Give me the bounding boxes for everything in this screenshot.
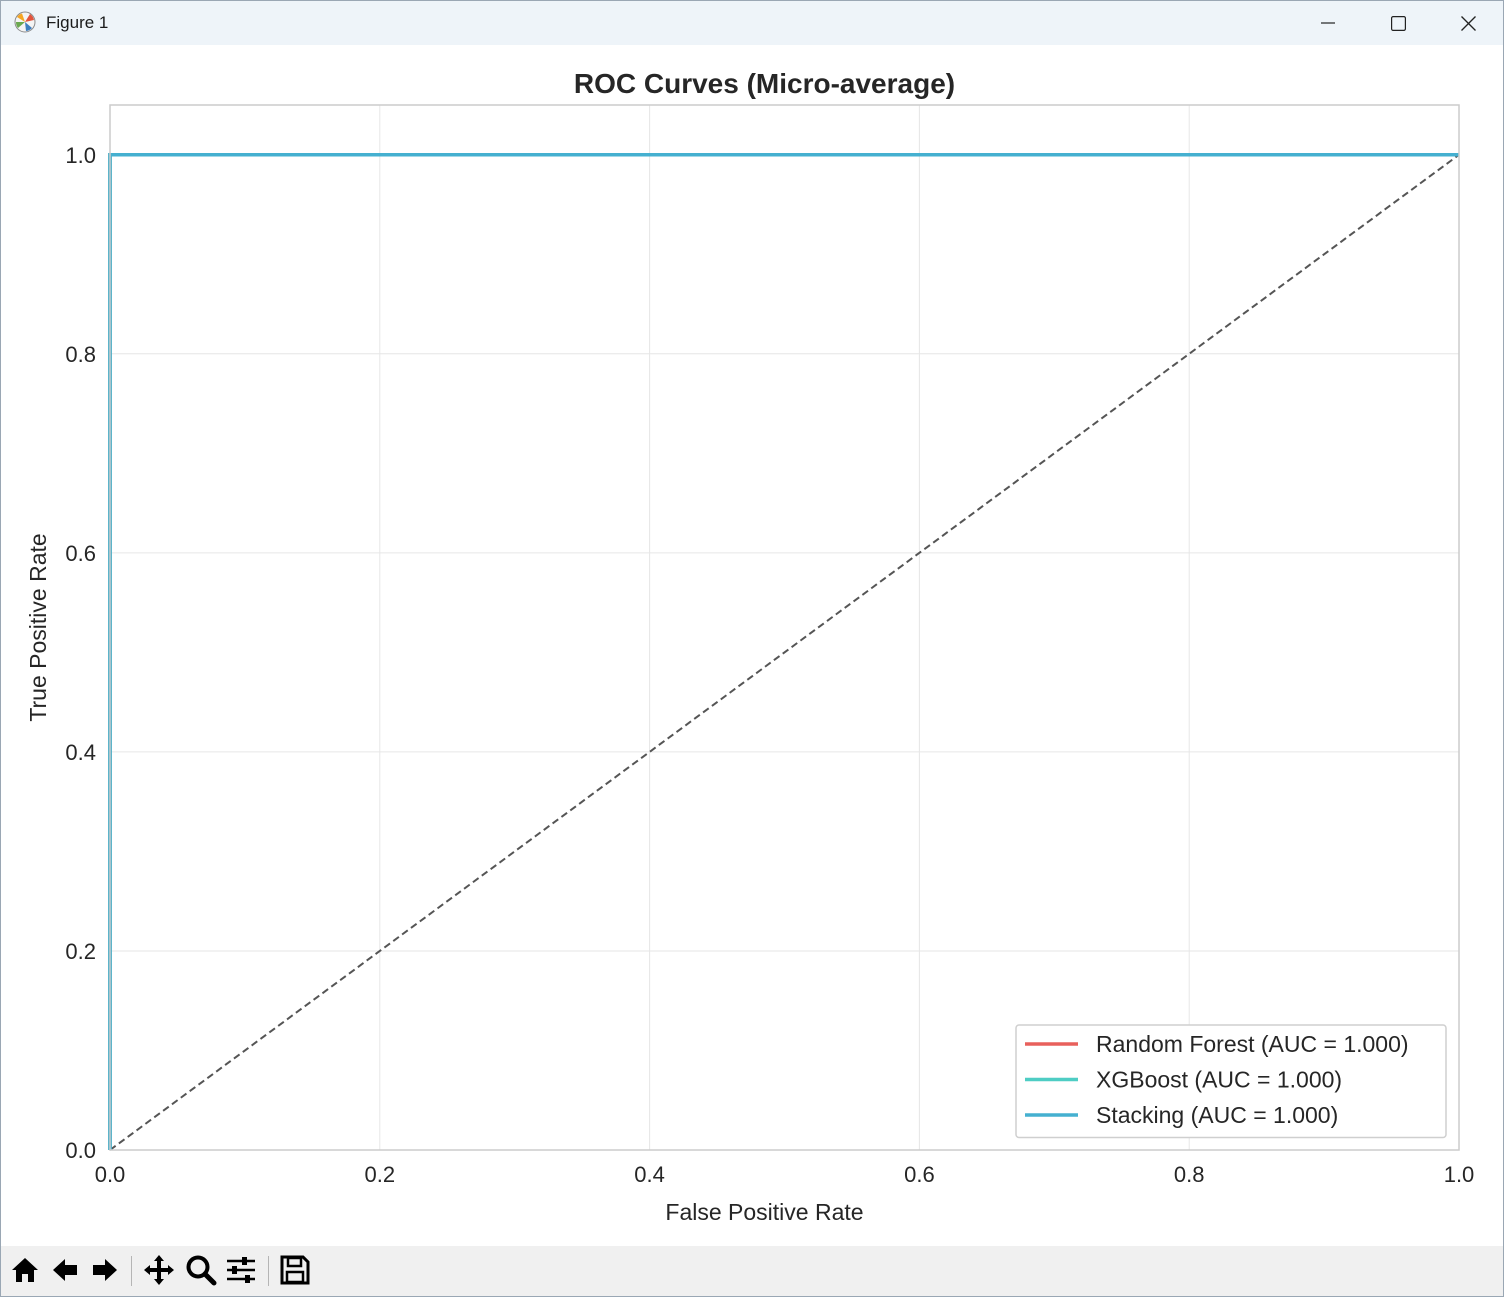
figure-canvas[interactable]: 0.0 0.2 0.4 0.6 0.8 1.0 0.0 0.2 0.4 0.6 0.8 1.0 ROC … (1, 45, 1503, 1245)
home-button[interactable] (7, 1254, 43, 1290)
y-tick-label: 0.8 (65, 342, 96, 367)
configure-subplots-icon (225, 1254, 257, 1291)
pan-button[interactable] (141, 1254, 177, 1290)
back-button[interactable] (47, 1254, 83, 1290)
window-title: Figure 1 (46, 13, 109, 32)
x-tick-label: 1.0 (1444, 1162, 1475, 1187)
home-icon (10, 1255, 40, 1290)
y-tick-label: 1.0 (65, 143, 96, 168)
navigation-toolbar (1, 1246, 1503, 1296)
zoom-icon (185, 1254, 217, 1291)
y-tick-label: 0.0 (65, 1138, 96, 1163)
forward-button[interactable] (87, 1254, 123, 1290)
save-icon (279, 1254, 311, 1291)
toolbar-separator (268, 1256, 269, 1286)
save-button[interactable] (277, 1254, 313, 1290)
maximize-button[interactable] (1363, 1, 1433, 45)
minimize-button[interactable] (1293, 1, 1363, 45)
matplotlib-icon (14, 11, 36, 33)
legend-label: Random Forest (AUC = 1.000) (1096, 1031, 1409, 1057)
y-tick-label: 0.2 (65, 939, 96, 964)
y-tick-label: 0.4 (65, 740, 96, 765)
y-axis-label: True Positive Rate (25, 533, 51, 721)
minimize-icon (1321, 16, 1335, 30)
x-tick-label: 0.6 (904, 1162, 935, 1187)
toolbar-separator (131, 1256, 132, 1286)
x-tick-label: 0.4 (634, 1162, 665, 1187)
roc-chart: 0.0 0.2 0.4 0.6 0.8 1.0 0.0 0.2 0.4 0.6 0.8 1.0 ROC … (25, 68, 1475, 1225)
maximize-icon (1390, 15, 1406, 31)
y-tick-label: 0.6 (65, 541, 96, 566)
plot-area (110, 105, 1459, 1150)
legend-label: Stacking (AUC = 1.000) (1096, 1102, 1338, 1128)
forward-icon (90, 1255, 120, 1290)
title-bar[interactable]: Figure 1 (1, 1, 1503, 45)
legend-label: XGBoost (AUC = 1.000) (1096, 1067, 1342, 1093)
x-tick-label: 0.0 (95, 1162, 126, 1187)
x-tick-label: 0.8 (1174, 1162, 1205, 1187)
chart-title: ROC Curves (Micro-average) (574, 68, 955, 99)
x-tick-label: 0.2 (365, 1162, 396, 1187)
back-icon (50, 1255, 80, 1290)
figure-window: Figure 1 0.0 0.2 0.4 0.6 0.8 1.0 0.0 0.2 0.4 0.6 0… (0, 0, 1504, 1297)
zoom-button[interactable] (183, 1254, 219, 1290)
pan-icon (143, 1254, 175, 1291)
x-axis-label: False Positive Rate (665, 1199, 863, 1225)
close-button[interactable] (1433, 1, 1503, 45)
close-icon (1460, 15, 1476, 31)
configure-subplots-button[interactable] (223, 1254, 259, 1290)
